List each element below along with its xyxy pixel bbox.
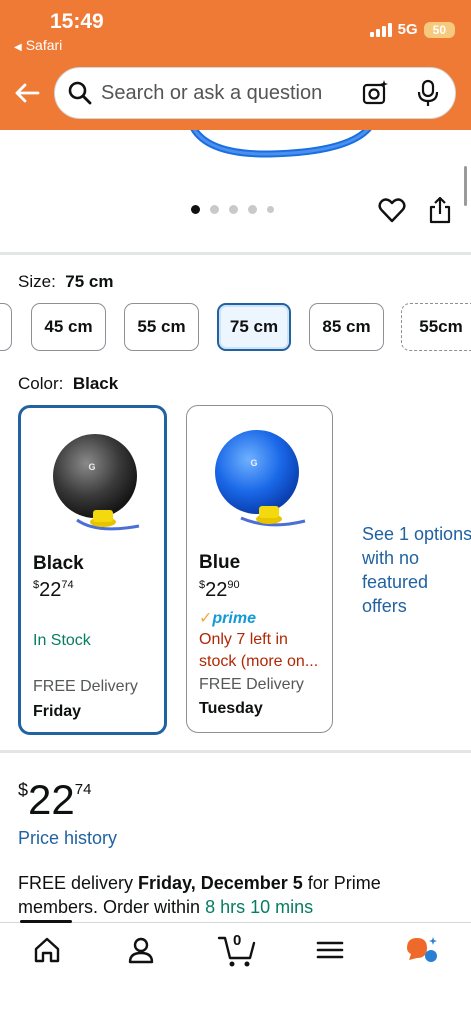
delivery-message: FREE delivery Friday, December 5 for Pri… [18, 873, 381, 917]
size-chip-55[interactable]: 55 cm [124, 303, 199, 351]
section-divider [0, 252, 471, 255]
cart-count: 0 [233, 932, 242, 949]
delivery-day-blue: Tuesday [199, 700, 263, 717]
signal-icon [369, 22, 392, 37]
back-to-app-link[interactable]: ◀ Safari [14, 37, 62, 53]
stock-status-black: In Stock [33, 632, 91, 649]
rufus-icon[interactable] [405, 934, 441, 966]
stock-status-blue: Only 7 left in stock (more on... [199, 631, 319, 670]
color-selected-value: Black [72, 374, 119, 393]
search-bar[interactable] [54, 67, 456, 119]
network-label: 5G [397, 21, 418, 38]
price-history-link[interactable]: Price history [18, 828, 117, 849]
battery-icon: 50 [423, 21, 455, 38]
section-divider [0, 750, 471, 753]
delivery-label-blue: FREE Delivery [199, 676, 304, 693]
cart-button[interactable]: 0 [217, 930, 257, 970]
search-icon [68, 81, 92, 105]
size-chip-85[interactable]: 85 cm [309, 303, 384, 351]
back-triangle-icon: ◀ [14, 42, 22, 53]
top-header: 15:49 ◀ Safari 5G 50 [0, 0, 471, 130]
delivery-label-black: FREE Delivery [33, 678, 138, 695]
carousel-dot-1[interactable] [191, 205, 200, 214]
carousel-dot-4[interactable] [248, 205, 257, 214]
color-name-black: Black [33, 553, 84, 574]
back-app-label: Safari [25, 37, 63, 53]
size-label: Size: 75 cm [18, 272, 113, 292]
color-option-blue[interactable]: G Blue $2290 ✓prime Only 7 left in stock… [186, 405, 333, 733]
camera-search-icon[interactable] [362, 79, 390, 107]
size-chip-45[interactable]: 45 cm [31, 303, 106, 351]
price-blue: $2290 [199, 579, 240, 601]
size-options: 45 cm 55 cm 75 cm 85 cm 55cm [0, 303, 471, 353]
color-name-blue: Blue [199, 552, 241, 573]
svg-text:G: G [88, 462, 95, 472]
main-price: $2274 [18, 776, 92, 823]
carousel-dot-5[interactable] [267, 206, 274, 213]
carousel-dots[interactable] [191, 205, 274, 214]
search-input[interactable] [101, 81, 356, 105]
color-option-black[interactable]: G Black $2274 In Stock FREE Delivery Fri… [18, 405, 167, 735]
carousel-dot-2[interactable] [210, 205, 219, 214]
back-arrow-icon[interactable] [12, 78, 42, 108]
size-chip-55cm-unavailable[interactable]: 55cm [401, 303, 471, 351]
black-ball-image: G [53, 434, 140, 531]
size-selected-value: 75 cm [65, 272, 114, 291]
blue-ball-image: G [215, 430, 306, 527]
carousel-dot-3[interactable] [229, 205, 238, 214]
home-icon[interactable] [31, 934, 63, 966]
status-time: 15:49 [50, 10, 104, 33]
color-label-text: Color: [18, 374, 64, 393]
scroll-indicator [464, 166, 467, 206]
menu-icon[interactable] [314, 934, 346, 966]
share-icon[interactable] [428, 196, 452, 224]
size-label-text: Size: [18, 272, 56, 291]
account-icon[interactable] [125, 934, 157, 966]
heart-icon[interactable] [378, 196, 406, 224]
prime-badge: ✓prime [199, 610, 256, 627]
see-more-options-link[interactable]: See 1 options with no featured offers [362, 522, 471, 618]
price-black: $2274 [33, 579, 74, 601]
status-indicators: 5G 50 [369, 21, 455, 38]
microphone-icon[interactable] [416, 79, 440, 107]
prime-check-icon: ✓ [199, 610, 213, 627]
active-tab-indicator [20, 920, 72, 923]
product-image [190, 130, 372, 158]
product-image-carousel[interactable] [0, 130, 471, 252]
delivery-day-black: Friday [33, 703, 82, 720]
color-label: Color: Black [18, 374, 118, 394]
size-chip-partial[interactable] [0, 303, 12, 351]
size-chip-75[interactable]: 75 cm [217, 303, 291, 351]
svg-text:G: G [250, 458, 257, 468]
